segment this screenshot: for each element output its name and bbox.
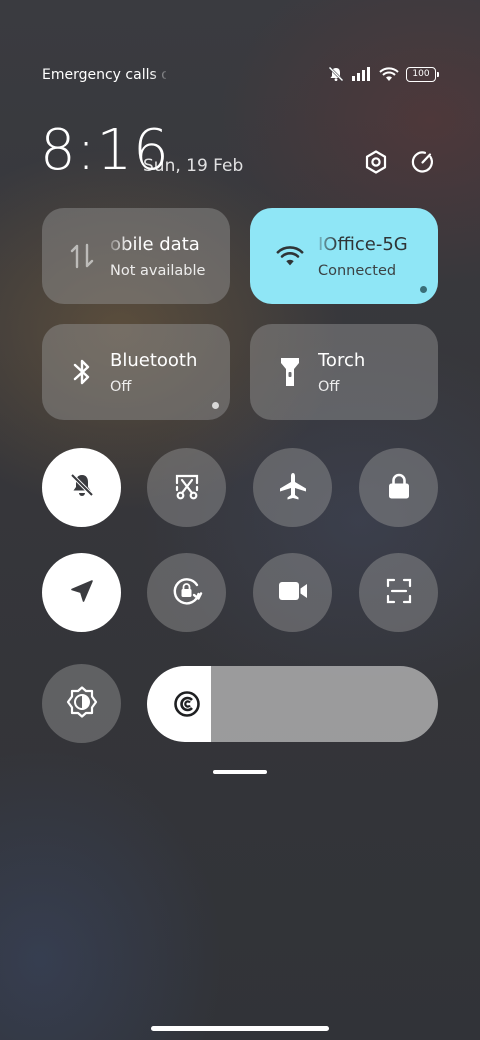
auto-brightness-icon xyxy=(65,685,99,723)
mobile-data-icon xyxy=(68,242,96,270)
bluetooth-icon xyxy=(68,358,96,386)
tile-mobile-data[interactable]: obile data Not available xyxy=(42,208,230,304)
wifi-icon xyxy=(276,242,304,270)
toggle-auto-brightness[interactable] xyxy=(42,664,121,743)
tile-subtitle: Connected xyxy=(318,263,397,279)
more-indicator-dot[interactable] xyxy=(212,402,219,409)
toggle-scanner[interactable] xyxy=(359,553,438,632)
tile-subtitle: Off xyxy=(110,379,132,395)
scanner-icon xyxy=(384,576,414,610)
settings-icon xyxy=(363,149,389,179)
tile-subtitle: Not available xyxy=(110,263,206,279)
lock-icon xyxy=(385,471,413,505)
status-carrier-text: Emergency calls o xyxy=(42,67,166,83)
screen-record-icon xyxy=(277,579,309,607)
status-bar: Emergency calls o 100 xyxy=(0,64,480,90)
tile-torch[interactable]: Torch Off xyxy=(250,324,438,420)
settings-button[interactable] xyxy=(360,148,392,180)
panel-drag-handle[interactable] xyxy=(213,770,267,774)
airplane-icon xyxy=(277,470,309,506)
silent-bell-icon xyxy=(67,471,97,505)
toggle-silent[interactable] xyxy=(42,448,121,527)
status-icons: 100 xyxy=(327,66,439,82)
tile-title: Torch xyxy=(318,350,366,371)
more-indicator-dot[interactable] xyxy=(420,286,427,293)
toggle-screenshot[interactable] xyxy=(147,448,226,527)
tile-title: obile data xyxy=(110,234,200,255)
home-indicator[interactable] xyxy=(151,1026,329,1031)
torch-icon xyxy=(276,358,304,386)
brightness-icon xyxy=(171,688,203,720)
toggle-screen-record[interactable] xyxy=(253,553,332,632)
mute-icon xyxy=(327,66,345,82)
tile-subtitle: Off xyxy=(318,379,340,395)
toggle-airplane[interactable] xyxy=(253,448,332,527)
tile-wifi[interactable]: IOffice-5G Connected xyxy=(250,208,438,304)
tile-title: IOffice-5G xyxy=(318,234,408,255)
toggle-lock[interactable] xyxy=(359,448,438,527)
tile-title: Bluetooth xyxy=(110,350,198,371)
wifi-status-icon xyxy=(379,66,399,82)
screenshot-icon xyxy=(172,471,202,505)
rotation-lock-icon xyxy=(170,574,204,612)
toggle-rotation-lock[interactable] xyxy=(147,553,226,632)
location-icon xyxy=(68,577,96,609)
toggle-location[interactable] xyxy=(42,553,121,632)
battery-icon: 100 xyxy=(406,66,439,82)
signal-icon xyxy=(352,67,372,81)
edit-button[interactable] xyxy=(407,148,439,180)
tile-bluetooth[interactable]: Bluetooth Off xyxy=(42,324,230,420)
edit-icon xyxy=(410,149,436,179)
date: Sun, 19 Feb xyxy=(143,156,244,176)
brightness-slider[interactable] xyxy=(147,666,438,742)
